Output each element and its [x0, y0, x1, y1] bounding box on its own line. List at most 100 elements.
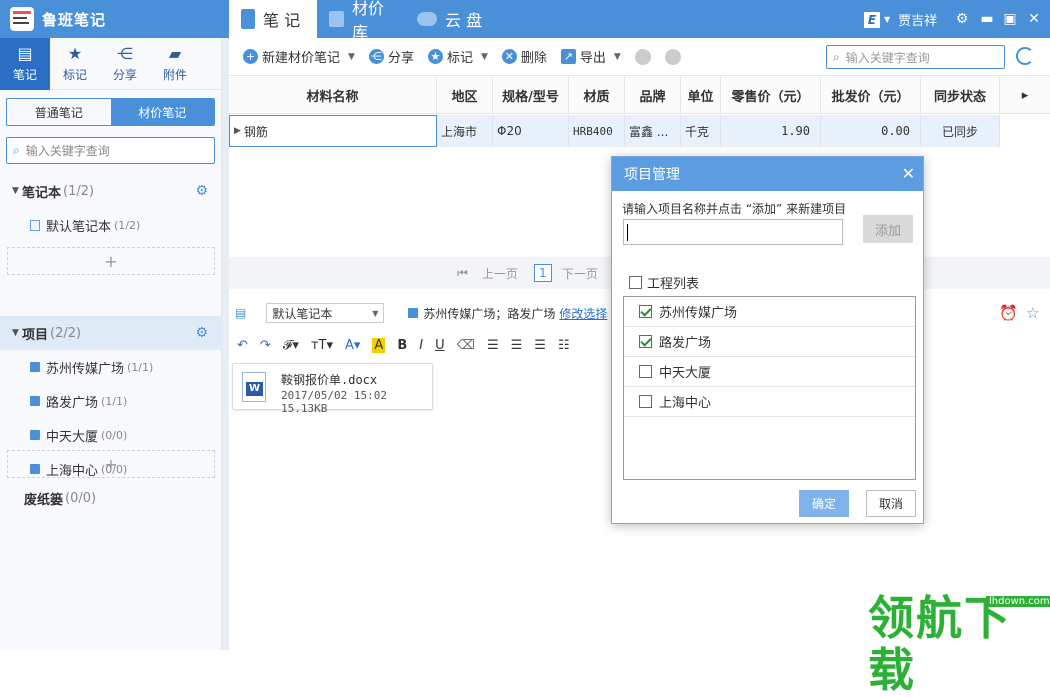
cell-retail-price[interactable]: 1.90	[721, 115, 821, 147]
column-header[interactable]: 同步状态	[921, 77, 1000, 114]
project-checkbox[interactable]	[639, 395, 652, 408]
project-list-item[interactable]: 中天大厦	[624, 357, 915, 387]
mark-label: 标记	[446, 51, 473, 66]
tab-price-library[interactable]: 材价库	[317, 0, 409, 42]
font-family-icon[interactable]: 𝓕▾	[283, 338, 299, 353]
sidebar-search-input[interactable]: ⌕ 输入关键字查询	[6, 137, 215, 164]
cell-sync-status[interactable]: 已同步	[921, 115, 1000, 147]
sync-refresh-icon[interactable]	[1016, 47, 1034, 65]
dialog-close-icon[interactable]: ✕	[902, 164, 915, 183]
eraser-icon[interactable]: ⌫	[457, 338, 475, 353]
sidebar-nav-attachments[interactable]: ▰ 附件	[150, 38, 200, 90]
price-notes-tab[interactable]: 材价笔记	[110, 99, 214, 125]
project-list-item[interactable]: 上海中心	[624, 387, 915, 417]
cancel-button[interactable]: 取消	[866, 490, 916, 517]
undo-icon[interactable]	[634, 48, 651, 65]
project-item[interactable]: 路发广场 (1/1)	[0, 386, 222, 416]
cell-spec[interactable]: Φ20	[493, 115, 569, 147]
star-icon[interactable]: ☆	[1026, 304, 1039, 322]
cell-material[interactable]: HRB400	[569, 115, 625, 147]
sidebar-nav-marks[interactable]: ★ 标记	[50, 38, 100, 90]
project-name-input[interactable]	[623, 219, 843, 245]
first-page-icon[interactable]: ⏮	[457, 266, 468, 281]
modify-selection-link[interactable]: 修改选择	[559, 305, 607, 322]
column-header[interactable]: 批发价（元）	[821, 77, 921, 114]
next-page-button[interactable]: 下一页	[562, 265, 598, 282]
select-all-checkbox[interactable]	[629, 276, 642, 289]
notebook-select[interactable]: 默认笔记本 ▼	[266, 303, 385, 323]
share-button[interactable]: ⋲ 分享	[368, 47, 414, 66]
column-header[interactable]: 单位	[681, 77, 721, 114]
project-list-item[interactable]: 苏州传媒广场	[624, 297, 915, 327]
project-checkbox[interactable]	[639, 335, 652, 348]
minimize-icon[interactable]: ▬	[978, 10, 996, 28]
tab-cloud-disk[interactable]: 云 盘	[405, 0, 495, 38]
column-header[interactable]: 地区	[437, 77, 493, 114]
export-button[interactable]: ↗ 导出 ▼	[560, 47, 621, 66]
font-size-icon[interactable]: тT▾	[311, 338, 333, 353]
add-project-button[interactable]: 添加	[863, 215, 913, 243]
prev-page-button[interactable]: 上一页	[482, 265, 518, 282]
project-list-header[interactable]: 工程列表	[629, 273, 699, 292]
new-price-note-button[interactable]: + 新建材价笔记 ▼	[243, 47, 355, 66]
user-menu[interactable]: E ▼ 贾吉祥	[864, 10, 937, 29]
normal-notes-tab[interactable]: 普通笔记	[7, 99, 111, 125]
cell-unit[interactable]: 千克	[681, 115, 721, 147]
notebooks-settings-icon[interactable]: ⚙	[195, 183, 208, 199]
project-item[interactable]: 苏州传媒广场 (1/1)	[0, 352, 222, 382]
sidebar-search-placeholder: 输入关键字查询	[25, 144, 110, 158]
projects-settings-icon[interactable]: ⚙	[195, 325, 208, 341]
font-color-icon[interactable]: A▾	[345, 338, 360, 353]
delete-button[interactable]: ✕ 删除	[501, 47, 547, 66]
project-checkbox[interactable]	[639, 305, 652, 318]
bold-icon[interactable]: B	[397, 338, 407, 353]
projects-header[interactable]: ▼ 项目 (2/2) ⚙	[0, 318, 222, 348]
italic-icon[interactable]: I	[419, 338, 423, 353]
attachment-card[interactable]: W 鞍钢报价单.docx 2017/05/02 15:02 15.13KB	[232, 363, 433, 415]
alarm-clock-icon[interactable]: ⏰	[999, 304, 1018, 322]
column-header[interactable]: 材质	[569, 77, 625, 114]
column-header[interactable]: 零售价（元）	[721, 77, 821, 114]
column-header[interactable]: 材料名称	[229, 77, 437, 114]
settings-gear-icon[interactable]: ⚙	[953, 10, 971, 28]
sidebar-nav-share[interactable]: ⋲ 分享	[100, 38, 150, 90]
cell-material-name[interactable]: ▶ 钢筋	[229, 115, 437, 147]
table-row[interactable]: ▶ 钢筋 上海市 Φ20 HRB400 富鑫 ... 千克 1.90 0.00 …	[229, 115, 1000, 147]
sidebar-nav-share-label: 分享	[112, 68, 137, 82]
confirm-button[interactable]: 确定	[799, 490, 849, 517]
redo-icon[interactable]	[664, 48, 681, 65]
column-header[interactable]: 规格/型号	[493, 77, 569, 114]
plus-icon: +	[243, 49, 258, 64]
align-right-icon[interactable]: ☰	[534, 338, 546, 353]
close-icon[interactable]: ✕	[1025, 10, 1043, 28]
notebook-item[interactable]: 默认笔记本 (1/2)	[0, 210, 222, 240]
text-caret	[627, 224, 628, 241]
cell-wholesale-price[interactable]: 0.00	[821, 115, 921, 147]
undo-icon[interactable]: ↶	[237, 338, 248, 353]
current-page-input[interactable]: 1	[533, 264, 552, 282]
tab-notes[interactable]: 笔 记	[229, 0, 317, 38]
panel-splitter[interactable]	[222, 38, 229, 650]
redo-icon[interactable]: ↷	[260, 338, 271, 353]
highlight-icon[interactable]: A	[372, 337, 386, 353]
project-checkbox[interactable]	[639, 365, 652, 378]
toolbar-search-input[interactable]: ⌕ 输入关键字查询	[826, 45, 1005, 69]
trash-item[interactable]: 废纸篓 (0/0)	[0, 483, 222, 513]
notebooks-header[interactable]: ▼ 笔记本 (1/2) ⚙	[0, 176, 222, 206]
add-notebook-button[interactable]: +	[7, 247, 215, 275]
project-item[interactable]: 中天大厦 (0/0)	[0, 420, 222, 450]
sidebar-nav-notes[interactable]: ▤ 笔记	[0, 38, 50, 90]
cell-brand[interactable]: 富鑫 ...	[625, 115, 681, 147]
align-left-icon[interactable]: ☰	[487, 338, 499, 353]
column-header[interactable]: 品牌	[625, 77, 681, 114]
project-list-item[interactable]: 路发广场	[624, 327, 915, 357]
add-project-button[interactable]: +	[7, 450, 215, 478]
align-center-icon[interactable]: ☰	[511, 338, 523, 353]
mark-button[interactable]: ★ 标记 ▼	[427, 47, 488, 66]
cell-region[interactable]: 上海市	[437, 115, 493, 147]
app-logo-icon	[10, 7, 34, 31]
maximize-icon[interactable]: ▣	[1001, 10, 1019, 28]
underline-icon[interactable]: U	[435, 338, 445, 353]
ordered-list-icon[interactable]: ☷	[558, 338, 570, 353]
scroll-right-arrow-icon[interactable]: ▸	[1000, 77, 1050, 114]
